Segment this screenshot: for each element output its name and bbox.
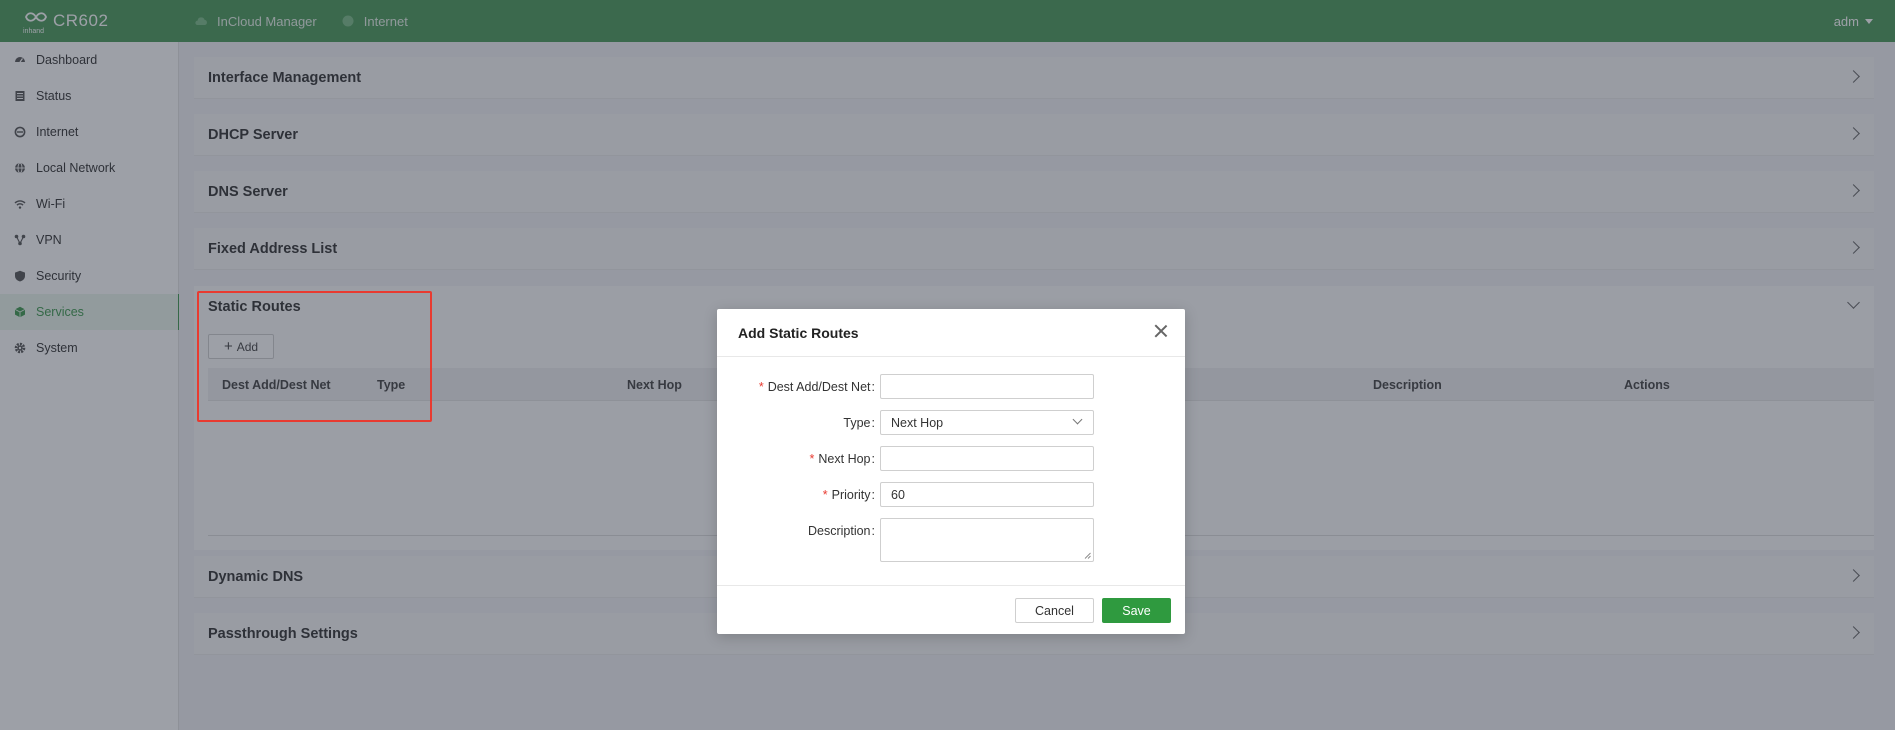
- add-static-routes-dialog: Add Static Routes * Dest Add/Dest Net: Ty…: [717, 309, 1185, 634]
- save-button[interactable]: Save: [1102, 598, 1171, 623]
- next-hop-input[interactable]: [880, 446, 1094, 471]
- cancel-button[interactable]: Cancel: [1015, 598, 1094, 623]
- field-row-priority: * Priority:: [717, 482, 1185, 508]
- field-row-description: Description:: [717, 518, 1185, 562]
- dest-address-input[interactable]: [880, 374, 1094, 399]
- field-label-priority: * Priority:: [822, 488, 875, 502]
- highlight-box: [197, 291, 432, 422]
- field-row-dest: * Dest Add/Dest Net:: [717, 374, 1185, 400]
- dialog-header: Add Static Routes: [717, 309, 1185, 357]
- priority-input[interactable]: [880, 482, 1094, 507]
- dialog-title: Add Static Routes: [738, 325, 859, 341]
- dialog-footer: Cancel Save: [717, 585, 1185, 634]
- type-select[interactable]: Next Hop: [880, 410, 1094, 435]
- description-textarea[interactable]: [880, 518, 1094, 562]
- close-icon[interactable]: [1153, 323, 1169, 339]
- field-label-type: Type:: [843, 416, 875, 430]
- chevron-down-icon: [1072, 414, 1083, 425]
- field-row-type: Type: Next Hop: [717, 410, 1185, 436]
- type-select-value: Next Hop: [891, 416, 944, 430]
- field-row-next-hop: * Next Hop:: [717, 446, 1185, 472]
- field-label-dest: * Dest Add/Dest Net:: [758, 380, 875, 394]
- resize-handle-icon[interactable]: [1084, 552, 1091, 559]
- field-label-next-hop: * Next Hop:: [809, 452, 875, 466]
- field-label-description: Description:: [807, 524, 875, 538]
